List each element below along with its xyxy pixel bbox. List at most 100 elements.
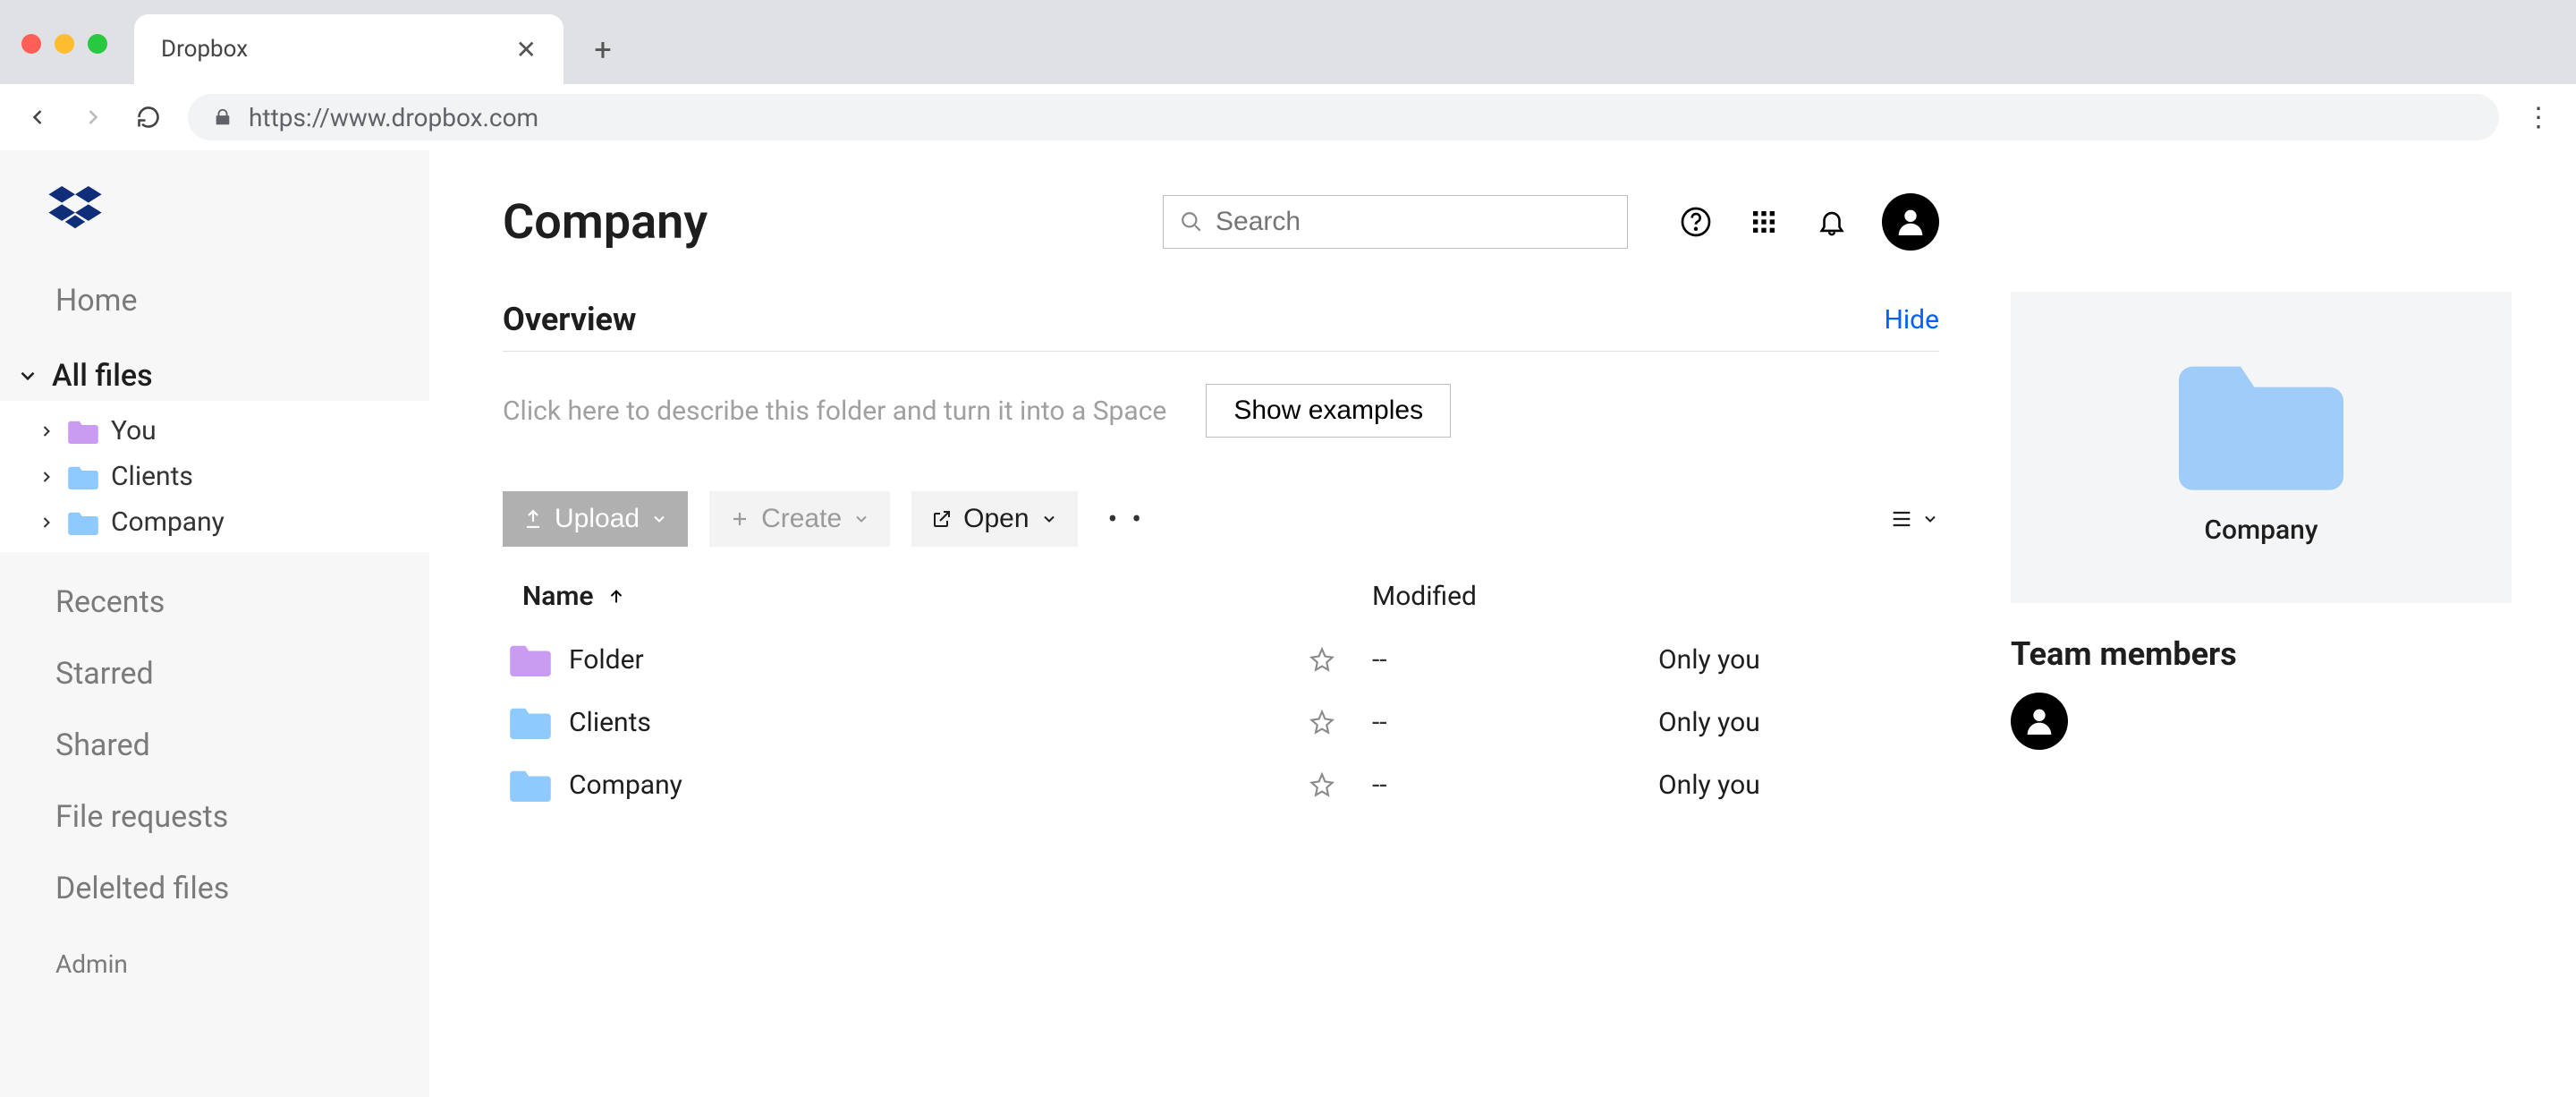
browser-chrome: Dropbox ✕ + https://www.dropbox.com ⋮ — [0, 0, 2576, 150]
browser-reload-button[interactable] — [132, 101, 165, 133]
create-button[interactable]: Create — [709, 491, 890, 547]
person-icon — [2021, 703, 2057, 739]
sidebar-tree: You Clients Company — [0, 401, 429, 552]
sidebar-item-admin[interactable]: Admin — [0, 924, 429, 997]
sidebar-item-shared[interactable]: Shared — [0, 710, 429, 781]
tab-title: Dropbox — [161, 36, 248, 63]
chevron-right-icon — [38, 468, 55, 486]
sidebar-tree-label: Clients — [111, 461, 193, 492]
open-button[interactable]: Open — [911, 491, 1077, 547]
sort-asc-icon — [606, 587, 626, 607]
folder-preview-card: Company — [2011, 292, 2512, 603]
file-modified: -- — [1372, 770, 1658, 801]
chevron-down-icon — [650, 510, 668, 528]
bell-icon — [1817, 207, 1847, 237]
folder-icon — [510, 768, 551, 802]
folder-icon — [68, 464, 98, 489]
column-modified-header[interactable]: Modified — [1372, 581, 1658, 612]
browser-forward-button[interactable] — [77, 101, 109, 133]
star-button[interactable] — [1309, 710, 1372, 735]
external-link-icon — [931, 508, 953, 530]
folder-icon — [68, 419, 98, 444]
more-actions-button[interactable]: • • — [1099, 502, 1155, 536]
star-button[interactable] — [1309, 772, 1372, 797]
dropbox-icon — [48, 186, 102, 231]
file-access: Only you — [1658, 770, 1939, 801]
chevron-right-icon — [38, 422, 55, 440]
search-box[interactable] — [1163, 195, 1628, 249]
folder-icon — [510, 642, 551, 676]
file-row[interactable]: Folder -- Only you — [503, 628, 1939, 691]
sidebar-tree-item[interactable]: Clients — [0, 454, 429, 499]
file-access: Only you — [1658, 707, 1939, 738]
file-row[interactable]: Company -- Only you — [503, 753, 1939, 816]
team-member-avatar[interactable] — [2011, 693, 2068, 750]
help-button[interactable] — [1671, 197, 1721, 247]
create-label: Create — [761, 504, 842, 534]
open-label: Open — [963, 504, 1029, 534]
view-toggle[interactable] — [1889, 506, 1939, 531]
col-name-label: Name — [522, 581, 594, 612]
window-close-button[interactable] — [21, 34, 41, 54]
star-icon — [1309, 772, 1335, 797]
file-name: Company — [569, 770, 682, 801]
chevron-right-icon — [38, 514, 55, 531]
folder-description-placeholder[interactable]: Click here to describe this folder and t… — [503, 395, 1166, 427]
browser-menu-button[interactable]: ⋮ — [2522, 102, 2555, 133]
url-text: https://www.dropbox.com — [249, 103, 538, 132]
address-bar[interactable]: https://www.dropbox.com — [188, 94, 2499, 140]
sidebar-item-home[interactable]: Home — [0, 265, 429, 336]
window-minimize-button[interactable] — [55, 34, 74, 54]
file-access: Only you — [1658, 644, 1939, 676]
folder-icon — [510, 705, 551, 739]
star-button[interactable] — [1309, 647, 1372, 672]
help-icon — [1680, 206, 1712, 238]
grid-icon — [1750, 208, 1778, 236]
team-members-heading: Team members — [2011, 635, 2512, 673]
table-header: Name Modified — [503, 570, 1939, 628]
upload-label: Upload — [555, 504, 640, 534]
show-examples-button[interactable]: Show examples — [1206, 384, 1451, 438]
overview-heading: Overview — [503, 301, 636, 338]
chevron-down-icon — [1921, 510, 1939, 528]
sidebar-tree-item[interactable]: You — [0, 408, 429, 454]
new-tab-button[interactable]: + — [576, 23, 630, 77]
dropbox-logo[interactable] — [0, 175, 429, 265]
window-maximize-button[interactable] — [88, 34, 107, 54]
sidebar-item-file-requests[interactable]: File requests — [0, 781, 429, 853]
notifications-button[interactable] — [1807, 197, 1857, 247]
overview-hide-link[interactable]: Hide — [1884, 304, 1939, 336]
plus-icon — [729, 508, 750, 530]
file-name: Folder — [569, 644, 644, 676]
preview-label: Company — [2204, 514, 2318, 546]
sidebar-tree-item[interactable]: Company — [0, 499, 429, 545]
column-name-header[interactable]: Name — [522, 581, 1309, 612]
search-input[interactable] — [1216, 207, 1611, 237]
sidebar-item-deleted[interactable]: Delelted files — [0, 853, 429, 924]
details-pane: Company Team members — [2011, 193, 2512, 1097]
apps-button[interactable] — [1739, 197, 1789, 247]
browser-tab[interactable]: Dropbox ✕ — [134, 14, 564, 84]
chevron-down-icon — [16, 364, 39, 387]
file-name: Clients — [569, 707, 651, 738]
folder-icon — [68, 510, 98, 535]
file-modified: -- — [1372, 644, 1658, 676]
sidebar-tree-label: You — [111, 415, 157, 446]
chevron-down-icon — [1040, 510, 1058, 528]
sidebar-item-recents[interactable]: Recents — [0, 566, 429, 638]
file-modified: -- — [1372, 707, 1658, 738]
browser-back-button[interactable] — [21, 101, 54, 133]
list-icon — [1889, 506, 1914, 531]
upload-button[interactable]: Upload — [503, 491, 688, 547]
sidebar-item-starred[interactable]: Starred — [0, 638, 429, 710]
folder-icon — [2179, 350, 2343, 493]
account-avatar[interactable] — [1882, 193, 1939, 251]
tab-close-button[interactable]: ✕ — [516, 35, 537, 64]
sidebar-item-all-files[interactable]: All files — [0, 351, 429, 401]
file-row[interactable]: Clients -- Only you — [503, 691, 1939, 753]
lock-icon — [213, 107, 233, 127]
sidebar: Home All files You Clients Company — [0, 150, 429, 1097]
star-icon — [1309, 710, 1335, 735]
col-modified-label: Modified — [1372, 581, 1477, 612]
sidebar-all-files-label: All files — [52, 358, 153, 394]
